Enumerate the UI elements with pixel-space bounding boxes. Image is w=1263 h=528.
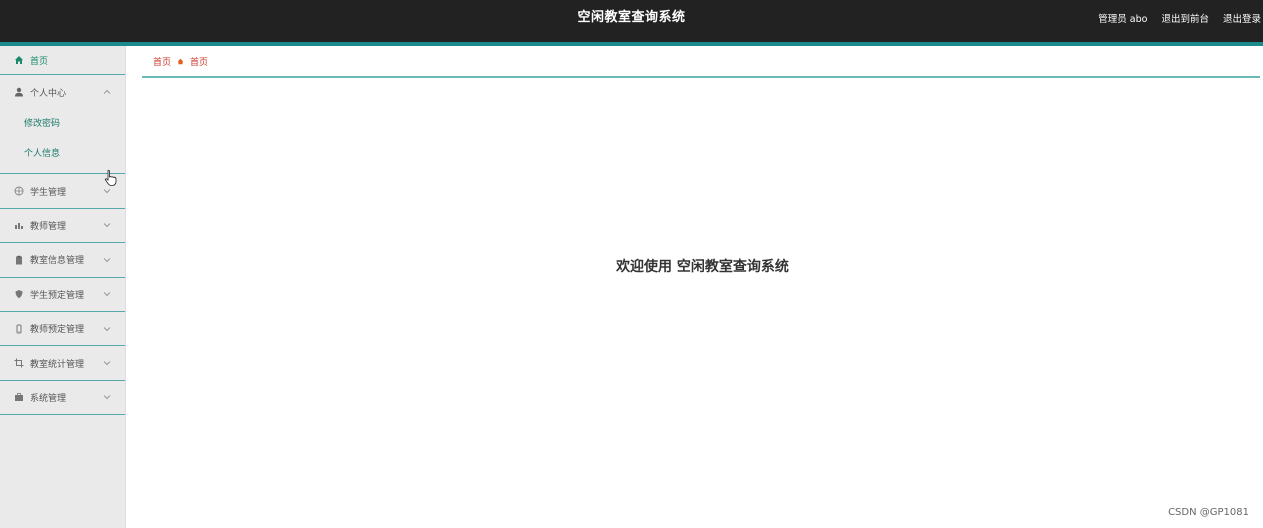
- sidebar-item-label: 首页: [30, 56, 49, 67]
- chevron-down-icon: [103, 395, 111, 400]
- sidebar-item-label: 学生预定管理: [30, 290, 85, 301]
- watermark: CSDN @GP1081: [1168, 507, 1249, 518]
- sidebar-subitem-change-password[interactable]: 修改密码: [0, 109, 125, 139]
- sidebar-item-student-booking-management[interactable]: 学生预定管理: [0, 278, 125, 312]
- circle-icon: [14, 186, 24, 196]
- top-header: 空闲教室查询系统 管理员 abo 退出到前台 退出登录: [0, 0, 1263, 42]
- sidebar-item-teacher-booking-management[interactable]: 教师预定管理: [0, 312, 125, 347]
- sidebar-item-home[interactable]: 首页: [0, 46, 125, 75]
- sidebar-subitem-personal-info[interactable]: 个人信息: [0, 139, 125, 169]
- sidebar: 首页 个人中心 修改密码 个人信息 学生管理 教师管理 教室信息管理 学生预定管…: [0, 46, 126, 528]
- sidebar-item-classroom-info-management[interactable]: 教室信息管理: [0, 243, 125, 278]
- breadcrumb-home[interactable]: 首页: [153, 55, 171, 68]
- sidebar-item-label: 教室统计管理: [30, 359, 85, 370]
- personal-center-submenu: 修改密码 个人信息: [0, 109, 125, 175]
- chevron-down-icon: [103, 292, 111, 297]
- sidebar-item-teacher-management[interactable]: 教师管理: [0, 209, 125, 244]
- sidebar-item-label: 学生管理: [30, 187, 67, 198]
- clipboard-icon: [14, 255, 24, 265]
- sidebar-item-label: 教师管理: [30, 221, 67, 232]
- briefcase-icon: [14, 392, 24, 402]
- chevron-up-icon: [103, 89, 111, 95]
- chart-icon: [14, 220, 24, 230]
- home-icon: [14, 55, 24, 65]
- sidebar-item-classroom-stats-management[interactable]: 教室统计管理: [0, 346, 125, 381]
- chevron-down-icon: [103, 326, 111, 331]
- breadcrumb-current: 首页: [190, 57, 209, 68]
- sidebar-item-personal-center[interactable]: 个人中心: [0, 75, 125, 109]
- sidebar-item-label: 教室信息管理: [30, 256, 85, 267]
- user-icon: [14, 87, 24, 97]
- logout-link[interactable]: 退出登录: [1223, 11, 1261, 25]
- home-icon: [177, 58, 184, 64]
- current-user: 管理员 abo: [1098, 14, 1148, 25]
- header-actions: 管理员 abo 退出到前台 退出登录: [1084, 0, 1261, 36]
- chevron-down-icon: [103, 361, 111, 366]
- main-content: 首页 首页 欢迎使用 空闲教室查询系统: [142, 46, 1263, 528]
- chevron-down-icon: [103, 223, 111, 228]
- sidebar-item-label: 系统管理: [30, 393, 67, 404]
- chevron-down-icon: [103, 258, 111, 263]
- breadcrumb: 首页 首页: [142, 46, 1260, 78]
- app-title: 空闲教室查询系统: [577, 10, 686, 25]
- chevron-down-icon: [103, 189, 111, 194]
- exit-to-frontend-link[interactable]: 退出到前台: [1161, 11, 1209, 25]
- mouse-pointer-icon: [104, 169, 117, 186]
- welcome-message: 欢迎使用 空闲教室查询系统: [616, 259, 789, 275]
- sidebar-item-label: 个人中心: [30, 88, 67, 99]
- sidebar-item-label: 教师预定管理: [30, 325, 85, 336]
- phone-icon: [14, 324, 24, 334]
- shield-icon: [14, 289, 24, 299]
- crop-icon: [14, 358, 24, 368]
- sidebar-item-system-management[interactable]: 系统管理: [0, 381, 125, 416]
